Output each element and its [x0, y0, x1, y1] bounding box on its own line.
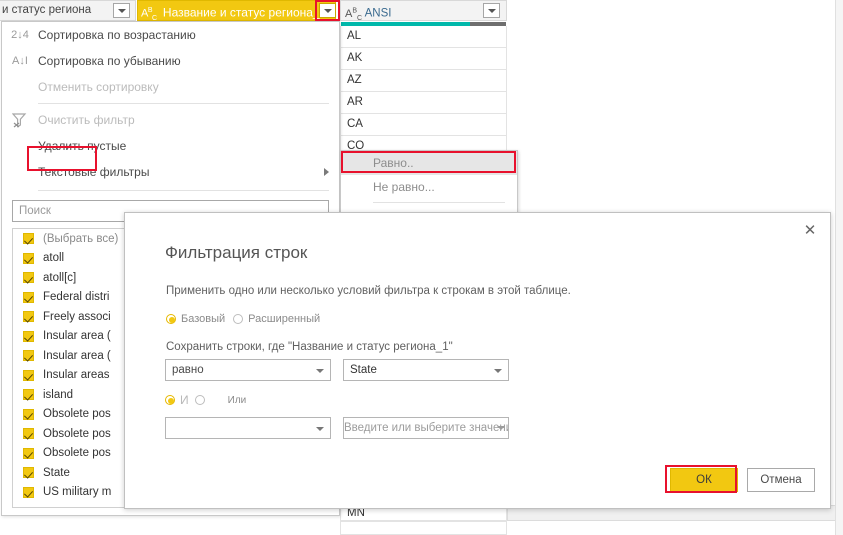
- menu-divider: [38, 103, 329, 104]
- menu-divider: [38, 190, 329, 191]
- dialog-description: Применить одно или несколько условий фил…: [166, 285, 571, 297]
- checkbox-checked-icon[interactable]: [23, 369, 34, 381]
- grid-cell-ansi[interactable]: AR: [340, 92, 507, 114]
- grid-column-ansi-filter-button[interactable]: [483, 3, 500, 18]
- chevron-down-icon: [494, 369, 502, 373]
- grid-column-header-ansi[interactable]: ABC ANSI: [340, 0, 507, 22]
- menu-item-text-filters[interactable]: Текстовые фильтры: [2, 159, 339, 185]
- filter-value-label: Obsolete pos: [43, 427, 111, 440]
- grid-cell-ansi[interactable]: CA: [340, 114, 507, 136]
- menu-item-clear-filter[interactable]: Очистить фильтр: [2, 107, 339, 133]
- menu-item-clear-sort[interactable]: Отменить сортировку: [2, 74, 339, 100]
- sort-ascending-icon: 2↓4: [11, 29, 29, 41]
- grid-cell-ansi-empty[interactable]: [340, 521, 507, 535]
- submenu-item-label: Равно..: [373, 156, 414, 170]
- checkbox-checked-icon[interactable]: [23, 486, 34, 498]
- chevron-down-icon: [316, 427, 324, 431]
- radio-basic[interactable]: [166, 314, 176, 324]
- chevron-right-icon: [324, 168, 329, 176]
- checkbox-checked-icon[interactable]: [23, 291, 34, 303]
- grid-column-selected-filter-button[interactable]: [319, 3, 336, 18]
- cancel-button[interactable]: Отмена: [747, 468, 815, 492]
- clear-filter-icon: [10, 111, 30, 129]
- menu-item-label: Очистить фильтр: [38, 113, 135, 127]
- filter-value-label: Insular area (: [43, 330, 111, 343]
- condition-operator-value: равно: [172, 364, 204, 376]
- submenu-item-equals[interactable]: Равно..: [341, 151, 517, 175]
- checkbox-checked-icon[interactable]: [23, 428, 34, 440]
- checkbox-checked-icon[interactable]: [23, 252, 34, 264]
- menu-item-label: Сортировка по убыванию: [38, 54, 181, 68]
- grid-cell-ansi[interactable]: AL: [340, 26, 507, 48]
- chevron-down-icon: [487, 8, 496, 13]
- menu-item-sort-ascending[interactable]: 2↓4 Сортировка по возрастанию: [2, 22, 339, 48]
- abc-text-type-icon: ABC: [345, 7, 363, 22]
- menu-item-label: Текстовые фильтры: [38, 165, 150, 179]
- checkbox-checked-icon[interactable]: [23, 272, 34, 284]
- checkbox-checked-icon[interactable]: [23, 389, 34, 401]
- sort-descending-icon: A↓I: [12, 55, 28, 67]
- app-window: и статус региона ABC Название и статус р…: [0, 0, 843, 535]
- chevron-down-icon: [316, 369, 324, 373]
- condition-value-select[interactable]: State: [343, 359, 509, 381]
- filter-value-label: atoll[c]: [43, 271, 77, 284]
- chevron-down-icon: [323, 8, 332, 13]
- menu-item-label: Отменить сортировку: [38, 80, 159, 94]
- checkbox-checked-icon[interactable]: [23, 330, 34, 342]
- menu-item-remove-empty[interactable]: Удалить пустые: [2, 133, 339, 159]
- close-icon[interactable]: ✕: [800, 222, 820, 242]
- filter-value-label: US military m: [43, 486, 112, 499]
- grid-cell-ansi[interactable]: AK: [340, 48, 507, 70]
- radio-advanced[interactable]: [233, 314, 244, 324]
- checkbox-checked-icon[interactable]: [23, 408, 34, 420]
- menu-item-label: Удалить пустые: [38, 139, 127, 153]
- ok-button[interactable]: ОК: [670, 468, 738, 492]
- filter-value-label: Insular areas: [43, 369, 110, 382]
- menu-item-label: Сортировка по возрастанию: [38, 28, 196, 42]
- filter-value-label: State: [43, 466, 70, 479]
- dialog-title: Фильтрация строк: [165, 243, 308, 262]
- checkbox-checked-icon[interactable]: [23, 447, 34, 459]
- menu-item-sort-descending[interactable]: A↓I Сортировка по убыванию: [2, 48, 339, 74]
- submenu-divider: [373, 202, 505, 203]
- radio-and-label: И: [180, 393, 189, 407]
- filter-value-label: atoll: [43, 252, 65, 265]
- grid-column-header-left-label: и статус региона: [2, 4, 92, 16]
- vertical-scrollbar[interactable]: [835, 0, 843, 535]
- checkbox-checked-icon[interactable]: [23, 233, 34, 245]
- abc-text-type-icon: ABC: [141, 7, 157, 21]
- filter-value-label: Federal distri: [43, 291, 110, 304]
- checkbox-checked-icon[interactable]: [23, 311, 34, 323]
- grid-cell-ansi[interactable]: AZ: [340, 70, 507, 92]
- radio-basic-label: Базовый: [181, 313, 226, 325]
- filter-value-label: (Выбрать все): [43, 232, 119, 245]
- row-filter-dialog: ✕ Фильтрация строк Применить одно или не…: [124, 212, 831, 509]
- radio-or[interactable]: [194, 395, 205, 405]
- chevron-down-icon: [497, 426, 505, 430]
- filter-value-label: Freely associ: [43, 310, 111, 323]
- submenu-item-not-equals[interactable]: Не равно...: [341, 175, 517, 199]
- second-value-input[interactable]: Введите или выберите значение: [343, 417, 509, 439]
- submenu-item-label: Не равно...: [373, 180, 435, 194]
- filter-value-label: Insular area (: [43, 349, 111, 362]
- grid-column-header-ansi-label: ANSI: [364, 7, 392, 20]
- filter-value-label: island: [43, 388, 74, 401]
- second-operator-select[interactable]: [165, 417, 331, 439]
- radio-advanced-label: Расширенный: [248, 313, 321, 325]
- grid-column-header-selected[interactable]: ABC Название и статус региона_1: [137, 0, 336, 21]
- radio-or-label: Или: [227, 394, 247, 406]
- chevron-down-icon: [117, 8, 126, 13]
- grid-column-header-selected-label: Название и статус региона_1: [162, 5, 327, 20]
- filter-value-label: Obsolete pos: [43, 447, 111, 460]
- keep-rows-label: Сохранить строки, где "Название и статус…: [166, 341, 453, 353]
- checkbox-checked-icon[interactable]: [23, 350, 34, 362]
- checkbox-checked-icon[interactable]: [23, 467, 34, 479]
- radio-and[interactable]: [165, 395, 175, 405]
- filter-value-label: Obsolete pos: [43, 408, 111, 421]
- conjunction-radio-group: И Или: [165, 393, 246, 407]
- grid-column-left-filter-button[interactable]: [113, 3, 130, 18]
- condition-operator-select[interactable]: равно: [165, 359, 331, 381]
- filter-mode-radio-group: Базовый Расширенный: [166, 313, 320, 325]
- condition-value: State: [350, 364, 377, 376]
